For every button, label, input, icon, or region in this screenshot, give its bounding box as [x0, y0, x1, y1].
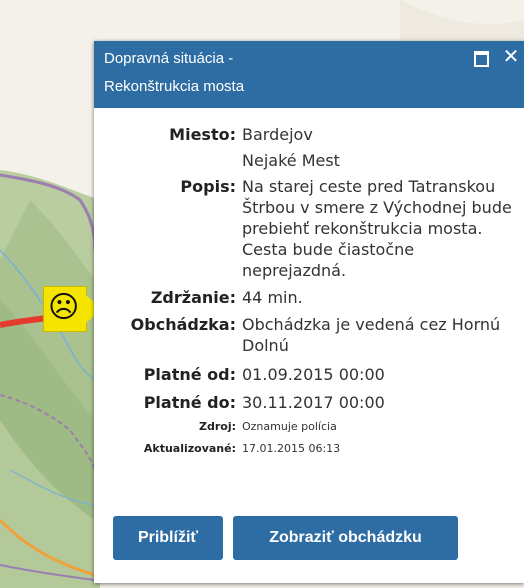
maximize-icon[interactable] — [471, 48, 491, 68]
priblizit-button[interactable]: Priblížiť — [113, 516, 223, 560]
zdrzanie-label: Zdržanie: — [150, 288, 236, 307]
platne-do-label: Platné do: — [143, 393, 236, 412]
popup-title: Dopravná situácia - Rekonštrukcia mosta — [104, 45, 464, 101]
row-zdroj: Zdroj: Oznamuje polícia — [94, 416, 524, 438]
zdroj-label: Zdroj: — [198, 420, 236, 433]
platne-od-value: 01.09.2015 00:00 — [242, 365, 385, 384]
zdroj-value: Oznamuje polícia — [242, 420, 337, 433]
row-miesto: Miesto: Bardejov — [94, 124, 524, 145]
miesto-value-1: Bardejov — [242, 125, 313, 144]
popup-body: Miesto: Bardejov Nejaké Mest Popis: Na s… — [94, 108, 524, 560]
aktualizovane-value: 17.01.2015 06:13 — [242, 442, 341, 455]
miesto-label: Miesto: — [169, 125, 236, 144]
row-obchadzka: Obchádzka: Obchádzka je vedená cez Hornú… — [94, 314, 524, 356]
row-miesto-2: Nejaké Mest — [94, 150, 524, 171]
popis-label: Popis: — [180, 177, 236, 196]
zobrazit-obchadzku-button[interactable]: Zobraziť obchádzku — [233, 516, 458, 560]
popup-header: Dopravná situácia - Rekonštrukcia mosta … — [94, 41, 524, 108]
row-platne-do: Platné do: 30.11.2017 00:00 — [94, 392, 524, 413]
close-icon[interactable]: ✕ — [501, 46, 521, 66]
sad-face-icon: ☹ — [48, 290, 80, 325]
popup-title-line1: Dopravná situácia - — [104, 50, 234, 67]
popup-title-line2: Rekonštrukcia mosta — [104, 78, 245, 95]
platne-do-value: 30.11.2017 00:00 — [242, 393, 385, 412]
row-zdrzanie: Zdržanie: 44 min. — [94, 287, 524, 308]
zdrzanie-value: 44 min. — [242, 288, 303, 307]
row-aktualizovane: Aktualizované: 17.01.2015 06:13 — [94, 438, 524, 460]
obchadzka-value: Obchádzka je vedená cez Hornú Dolnú — [242, 315, 501, 355]
popis-value: Na starej ceste pred Tatranskou Štrbou v… — [242, 177, 512, 280]
row-platne-od: Platné od: 01.09.2015 00:00 — [94, 364, 524, 385]
traffic-marker[interactable]: ☹ — [44, 287, 102, 331]
obchadzka-label: Obchádzka: — [130, 315, 236, 334]
aktualizovane-label: Aktualizované: — [143, 442, 236, 455]
platne-od-label: Platné od: — [143, 365, 236, 384]
row-popis: Popis: Na starej ceste pred Tatranskou Š… — [94, 176, 524, 281]
miesto-value-2: Nejaké Mest — [242, 151, 340, 170]
incident-popup: Dopravná situácia - Rekonštrukcia mosta … — [94, 41, 524, 583]
